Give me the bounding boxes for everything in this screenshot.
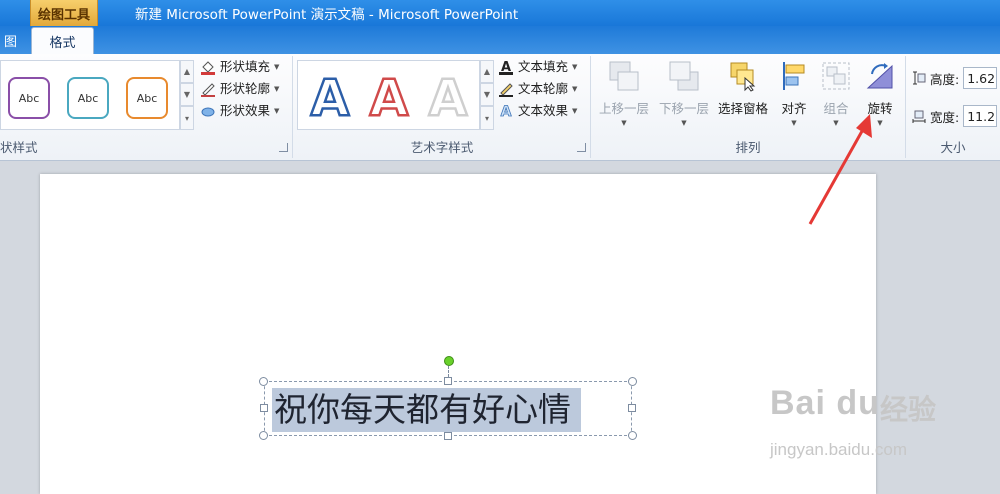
shape-style-thumb-1-label: Abc (18, 91, 40, 105)
svg-text:A: A (501, 104, 512, 119)
height-label: 高度: (930, 71, 960, 87)
selection-pane-label: 选择窗格 (717, 101, 768, 116)
wordart-gallery: A A A (297, 60, 480, 130)
wordart-sample-3-letter: A (429, 69, 468, 125)
drawing-tools-context-tab: 绘图工具 (30, 0, 98, 26)
bring-forward-button[interactable]: 上移一层 ▼ (596, 58, 652, 134)
pencil-icon (200, 81, 216, 97)
send-backward-button[interactable]: 下移一层 ▼ (656, 58, 712, 134)
rotate-icon (864, 60, 896, 92)
ribbon-tab-row: 图 格式 (0, 26, 1000, 54)
width-row: 宽度: 11.2 (912, 104, 998, 128)
gallery-scroll-down-button[interactable]: ▼ (180, 83, 194, 106)
bring-forward-label: 上移一层 (598, 101, 649, 116)
shape-style-thumb-1[interactable]: Abc (8, 77, 50, 119)
slide-canvas[interactable] (40, 174, 876, 494)
text-fill-label: 文本填充 (518, 59, 569, 74)
resize-handle-bottom-left[interactable] (259, 431, 268, 440)
resize-handle-top-left[interactable] (259, 377, 268, 386)
watermark-url: jingyan.baidu.com (770, 440, 908, 459)
resize-handle-bottom[interactable] (444, 432, 452, 440)
size-group-label: 大小 (940, 140, 966, 155)
shape-effects-button[interactable]: 形状效果 ▼ (200, 101, 279, 121)
shape-style-thumb-3[interactable]: Abc (126, 77, 168, 119)
text-effects-icon: A (498, 103, 514, 121)
selection-pane-button[interactable]: 选择窗格 (715, 58, 771, 134)
group-objects-icon (820, 60, 852, 92)
shape-style-thumb-3-label: Abc (136, 91, 158, 105)
text-effects-label: 文本效果 (518, 103, 569, 118)
selection-pane-icon (727, 60, 759, 92)
wordart-more-button[interactable]: ▾ (480, 106, 494, 130)
send-backward-icon (668, 60, 700, 92)
width-input[interactable]: 11.2 (963, 105, 998, 127)
tab-format[interactable]: 格式 (31, 27, 94, 54)
width-label: 宽度: (930, 109, 960, 125)
shape-effects-icon (200, 103, 216, 119)
wordart-sample-3[interactable]: A (422, 69, 474, 125)
tab-view-partial[interactable]: 图 (0, 32, 21, 54)
textbox-text[interactable]: 祝你每天都有好心情 (272, 388, 581, 432)
wordart-scroll-down-button[interactable]: ▼ (480, 83, 494, 106)
group-separator (590, 56, 591, 158)
shape-styles-group-label: 状样式 (0, 140, 38, 155)
resize-handle-bottom-right[interactable] (628, 431, 637, 440)
baidu-jingyan-watermark: Bai du 经验 jingyan.baidu.com (770, 384, 970, 464)
wordart-sample-2[interactable]: A (363, 69, 415, 125)
send-backward-label: 下移一层 (658, 101, 709, 116)
watermark-cn: 经验 (880, 394, 937, 425)
resize-handle-left[interactable] (260, 404, 268, 412)
shape-fill-button[interactable]: 形状填充 ▼ (200, 57, 279, 77)
shape-styles-dialog-launcher[interactable] (279, 143, 288, 152)
resize-handle-top-right[interactable] (628, 377, 637, 386)
wordart-scroll-up-button[interactable]: ▲ (480, 60, 494, 83)
height-icon (912, 71, 926, 85)
wordart-dialog-launcher[interactable] (577, 143, 586, 152)
resize-handle-top[interactable] (444, 377, 452, 385)
resize-handle-right[interactable] (628, 404, 636, 412)
shape-style-thumb-2[interactable]: Abc (67, 77, 109, 119)
bring-forward-icon (608, 60, 640, 92)
shape-outline-button[interactable]: 形状轮廓 ▼ (200, 79, 279, 99)
text-outline-button[interactable]: 文本轮廓 ▼ (498, 79, 577, 99)
align-icon (778, 60, 810, 92)
width-icon (912, 109, 926, 123)
group-separator (292, 56, 293, 158)
shape-fill-label: 形状填充 (220, 59, 271, 74)
text-fill-button[interactable]: A 文本填充 ▼ (498, 57, 577, 77)
height-row: 高度: 1.62 (912, 66, 998, 90)
annotation-arrow-icon (808, 114, 872, 225)
shape-effects-label: 形状效果 (220, 103, 271, 118)
wordart-sample-2-letter: A (370, 69, 409, 125)
text-outline-label: 文本轮廓 (518, 81, 569, 96)
wordart-sample-1[interactable]: A (304, 69, 356, 125)
text-outline-pencil-icon (498, 81, 514, 97)
gallery-scroll-up-button[interactable]: ▲ (180, 60, 194, 83)
rotation-handle[interactable] (444, 356, 454, 366)
gallery-more-button[interactable]: ▾ (180, 106, 194, 130)
shape-outline-label: 形状轮廓 (220, 81, 271, 96)
height-input[interactable]: 1.62 (963, 67, 998, 89)
wordart-styles-group-label: 艺术字样式 (410, 140, 474, 155)
wordart-sample-1-letter: A (311, 69, 350, 125)
text-effects-button[interactable]: A 文本效果 ▼ (498, 101, 577, 121)
text-fill-icon: A (498, 59, 514, 75)
watermark-brand: Bai du (770, 384, 880, 422)
shape-style-thumb-2-label: Abc (77, 91, 99, 105)
shape-style-gallery: Abc Abc Abc (0, 60, 180, 130)
paint-bucket-icon (200, 59, 216, 75)
